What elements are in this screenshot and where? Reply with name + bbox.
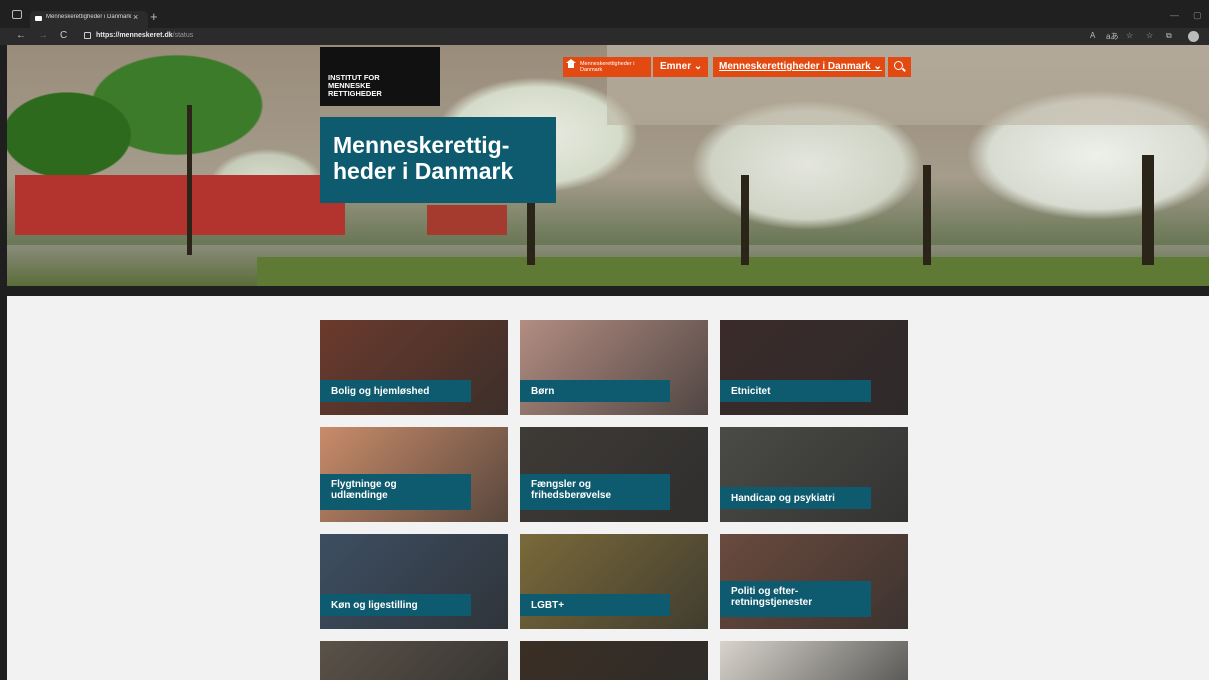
url-domain: https://menneskeret.dk [96,32,173,39]
category-card[interactable] [520,641,708,680]
category-label: Køn og ligestilling [320,594,471,616]
category-label: Bolig og hjemløshed [320,380,471,402]
category-card[interactable]: Handicap og psykiatri [720,427,908,522]
tab-title: Menneskerettigheder i Danmark [46,14,132,20]
category-label-line: Politi og efter- [731,586,799,597]
tree-trunk [741,175,749,265]
tree-trunk [527,195,535,265]
page-title: Menneskerettig- heder i Danmark [320,117,556,203]
page-title-line: heder i Danmark [333,158,514,184]
nav-danmark-dropdown[interactable]: Menneskerettigheder i Danmark ⌄ [713,57,885,77]
tree-trunk [923,165,931,265]
home-icon [566,59,576,68]
browser-tab-bar: Menneskerettigheder i Danmark × + — ▢ [0,0,1209,28]
category-card[interactable] [320,641,508,680]
nav-emner-label: Emner ⌄ [660,61,703,72]
site-favicon-icon [35,16,42,21]
category-label-line: frihedsberøvelse [531,490,612,501]
browser-tab[interactable]: Menneskerettigheder i Danmark × [30,11,148,28]
tab-actions-icon[interactable] [12,10,22,19]
category-label-line: Bolig og hjemløshed [331,386,430,397]
category-label-line: Flygtninge og [331,479,397,490]
category-label: Politi og efter- retningstjenester [720,581,871,617]
add-favorite-icon[interactable]: ☆ [1126,31,1133,40]
category-label: Flygtninge og udlændinge [320,474,471,510]
restore-icon[interactable]: ▢ [1193,10,1202,21]
translate-icon[interactable]: aあ [1106,31,1118,42]
collections-icon[interactable]: ⧉ [1166,31,1172,41]
category-card[interactable]: Børn [520,320,708,415]
nav-emner-dropdown[interactable]: Emner ⌄ [653,57,708,77]
category-label: Børn [520,380,670,402]
red-wall [15,175,345,235]
category-card[interactable]: Fængsler og frihedsberøvelse [520,427,708,522]
category-label-line: Fængsler og [531,479,592,490]
logo-line: RETTIGHEDER [328,89,382,98]
favorites-icon[interactable]: ☆ [1146,31,1153,40]
hero-image [7,45,1209,286]
nav-home-label: Menneskerettigheder i Danmark [580,61,635,73]
tree-trunk [187,105,192,255]
category-card[interactable]: Politi og efter- retningstjenester [720,534,908,629]
category-label-line: retningstjenester [731,597,813,608]
category-label-line: Køn og ligestilling [331,600,418,611]
read-aloud-icon[interactable]: A [1090,31,1095,40]
category-label-line: LGBT+ [531,600,565,611]
tree-trunk [1142,155,1154,265]
grass [257,257,1209,286]
url-path: /status [172,32,194,39]
category-card[interactable]: LGBT+ [520,534,708,629]
category-grid: Bolig og hjemløshed Børn Etnicitet Flygt… [7,296,1209,680]
category-card[interactable]: Køn og ligestilling [320,534,508,629]
nav-home-button[interactable]: Menneskerettigheder i Danmark [563,57,651,77]
search-icon-handle [902,67,906,72]
url-field[interactable]: https://menneskeret.dk/status [78,30,1078,43]
category-label-line: udlændinge [331,490,388,501]
search-button[interactable] [888,57,911,77]
nav-danmark-label: Menneskerettigheder i Danmark ⌄ [719,61,882,72]
category-card[interactable]: Bolig og hjemløshed [320,320,508,415]
red-wall-2 [427,205,507,235]
url-text: https://menneskeret.dk/status [96,32,193,39]
page-title-line: Menneskerettig- [333,132,510,158]
minimize-icon[interactable]: — [1170,10,1179,20]
back-button[interactable]: ← [16,30,26,41]
category-label: Etnicitet [720,380,871,402]
category-label: LGBT+ [520,594,670,616]
site-logo[interactable]: INSTITUT FOR MENNESKE RETTIGHEDER [320,47,440,106]
lock-icon[interactable] [84,32,91,39]
category-label-line: Etnicitet [731,386,771,397]
profile-avatar[interactable] [1188,31,1199,42]
category-label-line: Handicap og psykiatri [731,493,835,504]
category-label: Fængsler og frihedsberøvelse [520,474,670,510]
forward-button[interactable]: → [38,30,48,41]
category-card[interactable]: Etnicitet [720,320,908,415]
category-card[interactable] [720,641,908,680]
category-label-line: Børn [531,386,555,397]
tab-close-icon[interactable]: × [133,12,138,22]
category-label: Handicap og psykiatri [720,487,871,509]
refresh-button[interactable]: C [60,30,67,41]
new-tab-button[interactable]: + [150,10,158,23]
category-card[interactable]: Flygtninge og udlændinge [320,427,508,522]
